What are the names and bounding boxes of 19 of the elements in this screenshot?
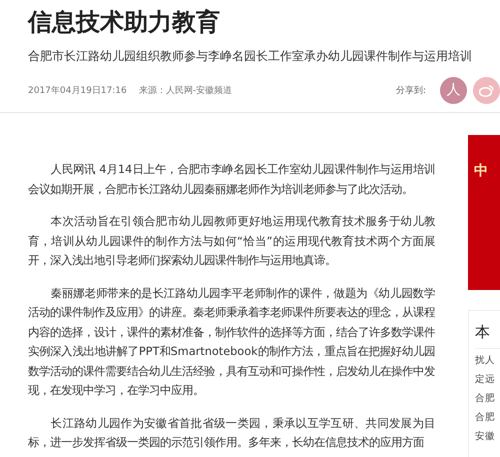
promo-banner[interactable]: 中 <box>468 135 500 290</box>
panel-title: 本 <box>475 323 500 349</box>
article-paragraph: 人民网讯 4月14日上午，合肥市李峥名园长工作室幼儿园课件制作与运用培训会议如期开展，合肥市长江路幼儿园秦丽娜老师作为培训老师参与了此次活动。 <box>28 162 435 198</box>
news-link[interactable]: 合肥 <box>475 408 500 427</box>
publish-date: 2017年04月19日17:16 <box>28 84 127 96</box>
article-paragraph: 长江路幼儿园作为安徽省首批省级一类园，秉承以互学互研、共同发展为目标，进一步发挥省级一类园的示范引领作用。多年来，长幼在信息技术的应用方面 <box>28 416 435 451</box>
article-paragraph: 本次活动旨在引领合肥市幼儿园教师更好地运用现代教育技术服务于幼儿教育，培训从幼儿园课件的制作方法与如何“恰当”的运用现代教育技术两个方面展开，深入浅出地引导老师们探索幼儿园课件制作与运用地真谛。 <box>28 214 435 269</box>
news-link[interactable]: 定远 <box>475 370 500 389</box>
weibo-icon <box>479 84 494 96</box>
share-label: 分享到: <box>396 84 426 96</box>
banner-title: 中 <box>474 163 488 179</box>
article-subtitle: 合肥市长江路幼儿园组织教师参与李峥名园长工作室承办幼儿园课件制作与运用培训 <box>28 48 473 65</box>
article-title: 信息技术助力教育 <box>28 7 221 38</box>
news-link[interactable]: 扰人 <box>475 351 500 370</box>
news-link[interactable]: 合肥 <box>475 389 500 408</box>
share-button[interactable] <box>473 76 500 104</box>
source-text: 来源：人民网-安徽频道 <box>138 84 232 96</box>
news-link[interactable]: 安徽 <box>475 427 500 446</box>
article-paragraph: 秦丽娜老师带来的是长江路幼儿园李平老师制作的课件，做题为《幼儿园数学活动的课件制作及应用》的讲座。秦老师秉承着李老师课件所要表达的理念，从课程内容的选择，设计，课件的素材准备，制作软件的选择等方面，结合了许多数学课件实例深入浅出地讲解了PPT和Smartnotebook的制作方法，重点旨在把握好幼儿园数学活动的课件需要结合幼儿生活经验，具有互动和可操作性，启发幼儿在操作中发现，在发现中学习，在学习中应用。 <box>28 286 435 399</box>
